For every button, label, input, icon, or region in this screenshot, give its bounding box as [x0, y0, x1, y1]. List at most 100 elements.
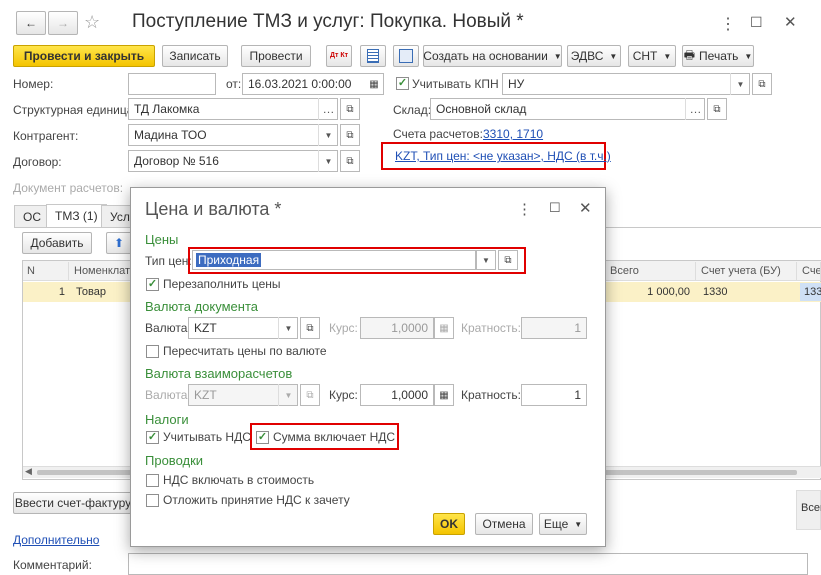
printer-icon: 🖶 — [683, 47, 696, 62]
more-menu-icon[interactable]: ⋮ — [720, 14, 736, 34]
row-total: 1 000,00 — [647, 286, 690, 298]
contract-label: Договор: — [13, 155, 62, 169]
vat-included-checkbox[interactable]: ✓ — [256, 431, 269, 444]
vat-in-cost-checkbox[interactable] — [146, 474, 159, 487]
chevron-down-icon[interactable]: ▼ — [278, 317, 298, 339]
move-up-button[interactable]: ⬆ — [106, 232, 132, 254]
open-icon[interactable]: ⧉ — [498, 250, 518, 270]
settle-mult-label: Кратность: — [461, 388, 521, 402]
col-header-nomenclature[interactable]: Номенклат — [70, 262, 132, 280]
recalc-prices-checkbox[interactable] — [146, 345, 159, 358]
multiplicity-label: Кратность: — [461, 321, 521, 335]
post-and-close-button[interactable]: Провести и закрыть — [13, 45, 155, 67]
create-based-on-button[interactable]: Создать на основании ▼ — [423, 45, 562, 67]
rate-label: Курс: — [329, 321, 358, 335]
open-icon: ⧉ — [300, 384, 320, 406]
number-label: Номер: — [13, 77, 54, 91]
right-panel-cut: Всег — [796, 490, 821, 530]
kpn-checkbox[interactable]: ✓ — [396, 77, 409, 90]
save-button[interactable]: Записать — [162, 45, 228, 67]
forward-button[interactable]: → — [48, 11, 78, 35]
accounts-link[interactable]: 3310, 1710 — [483, 127, 543, 141]
date-field[interactable]: 16.03.2021 0:00:00 — [242, 73, 384, 95]
rate-field: 1,0000 — [360, 317, 434, 339]
ok-button[interactable]: OK — [433, 513, 465, 535]
contractor-field[interactable]: Мадина ТОО — [128, 124, 338, 146]
back-button[interactable]: ← — [16, 11, 46, 35]
tab-tmz[interactable]: ТМЗ (1) — [46, 204, 107, 227]
chevron-down-icon[interactable]: ▼ — [318, 124, 338, 146]
settle-currency-label: Валюта: — [145, 388, 191, 402]
dialog-menu-icon[interactable]: ⋮ — [517, 200, 532, 218]
price-type-field[interactable]: Приходная — [192, 250, 476, 270]
chevron-down-icon[interactable]: ▼ — [730, 73, 750, 95]
row-account: 1330 — [703, 286, 728, 298]
settle-rate-field[interactable]: 1,0000 — [360, 384, 434, 406]
close-icon[interactable]: ✕ — [784, 13, 797, 31]
row-name: Товар — [76, 286, 106, 298]
chevron-down-icon[interactable]: ▼ — [318, 150, 338, 172]
struct-unit-field[interactable]: ТД Лакомка — [128, 98, 338, 120]
cancel-button[interactable]: Отмена — [475, 513, 533, 535]
contractor-label: Контрагент: — [13, 129, 79, 143]
number-field[interactable] — [128, 73, 216, 95]
col-header-n[interactable]: N — [23, 262, 69, 280]
contract-field[interactable]: Договор № 516 — [128, 150, 338, 172]
warehouse-field[interactable]: Основной склад — [430, 98, 705, 120]
favorite-star-icon[interactable]: ☆ — [84, 12, 100, 33]
calculator-icon: ▦ — [434, 317, 454, 339]
snt-button[interactable]: СНТ ▼ — [628, 45, 676, 67]
kpn-select[interactable]: НУ — [502, 73, 750, 95]
consider-vat-checkbox[interactable]: ✓ — [146, 431, 159, 444]
struct-unit-label: Структурная единица: — [13, 103, 137, 117]
tab-services[interactable]: Услу — [101, 205, 131, 227]
settle-mult-field[interactable]: 1 — [521, 384, 587, 406]
add-row-button[interactable]: Добавить — [22, 232, 92, 254]
multiplicity-field: 1 — [521, 317, 587, 339]
structure-button[interactable] — [393, 45, 419, 67]
row-n: 1 — [58, 286, 65, 298]
section-prices: Цены — [145, 232, 179, 247]
chevron-down-icon: ▼ — [663, 51, 672, 61]
post-button[interactable]: Провести — [241, 45, 311, 67]
comment-label: Комментарий: — [13, 558, 92, 572]
open-icon[interactable]: ⧉ — [300, 317, 320, 339]
dialog-close-icon[interactable]: ✕ — [579, 199, 592, 217]
open-icon[interactable]: ⧉ — [340, 98, 360, 120]
col-header-total[interactable]: Всего — [606, 262, 696, 280]
arrow-up-icon: ⬆ — [113, 236, 125, 250]
tab-os[interactable]: ОС — [14, 205, 50, 227]
open-icon[interactable]: ⧉ — [340, 124, 360, 146]
col-header-account[interactable]: Счет учета (БУ) — [697, 262, 797, 280]
dialog-maximize-icon[interactable]: ☐ — [549, 200, 561, 216]
ellipsis-icon[interactable]: … — [685, 98, 705, 120]
chevron-down-icon[interactable]: ▼ — [476, 250, 496, 270]
vat-in-cost-label: НДС включать в стоимость — [163, 473, 315, 487]
comment-field[interactable] — [128, 553, 808, 575]
defer-vat-checkbox[interactable] — [146, 494, 159, 507]
refill-prices-checkbox[interactable]: ✓ — [146, 278, 159, 291]
more-button[interactable]: Еще ▼ — [539, 513, 587, 535]
open-icon[interactable]: ⧉ — [752, 73, 772, 95]
enter-invoice-button[interactable]: Ввести счет-фактуру — [13, 492, 133, 514]
row-account2: 133 — [800, 283, 821, 301]
open-icon[interactable]: ⧉ — [707, 98, 727, 120]
snt-label: СНТ — [632, 49, 658, 63]
scroll-left-icon[interactable]: ◀ — [25, 466, 32, 477]
col-header-account2[interactable]: Сче — [798, 262, 821, 280]
currency-price-type-link[interactable]: KZT, Тип цен: <не указан>, НДС (в т.ч.) — [395, 149, 611, 163]
doc-settlement-label: Документ расчетов: — [13, 181, 124, 195]
section-settle-currency: Валюта взаиморасчетов — [145, 366, 293, 381]
edvs-button[interactable]: ЭДВС ▼ — [567, 45, 621, 67]
calculator-icon[interactable]: ▦ — [434, 384, 454, 406]
maximize-icon[interactable]: ☐ — [750, 14, 763, 31]
print-button[interactable]: 🖶 Печать ▼ — [682, 45, 754, 67]
dt-kt-button[interactable]: Дт Кт — [326, 45, 352, 67]
calendar-icon[interactable]: ▦ — [364, 73, 384, 95]
ellipsis-icon[interactable]: … — [318, 98, 338, 120]
additional-link[interactable]: Дополнительно — [13, 533, 99, 547]
report-list-button[interactable] — [360, 45, 386, 67]
open-icon[interactable]: ⧉ — [340, 150, 360, 172]
chevron-down-icon: ▼ — [553, 51, 562, 61]
vat-included-label: Сумма включает НДС — [273, 430, 396, 444]
